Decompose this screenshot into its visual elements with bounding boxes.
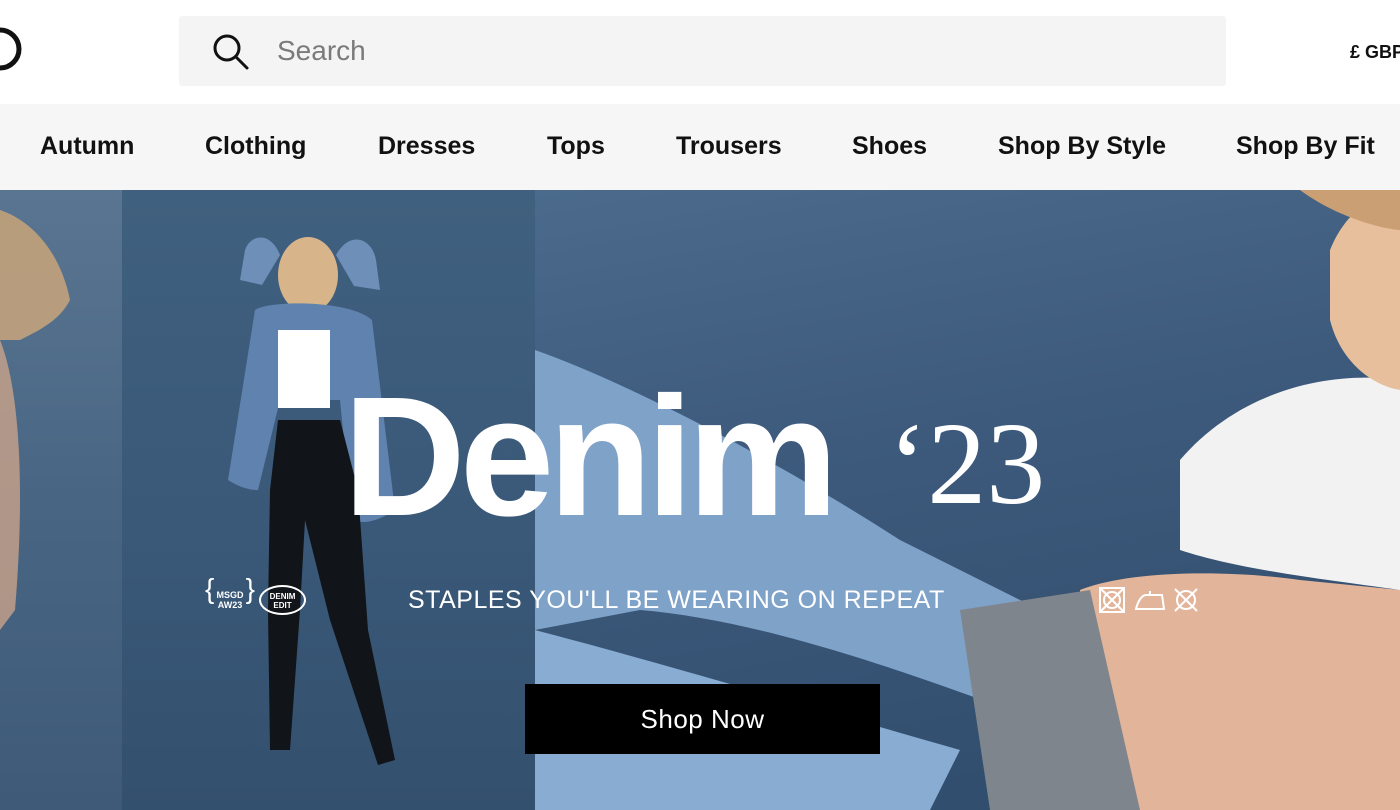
nav-item-trousers[interactable]: Trousers	[676, 132, 782, 161]
nav-item-shoes[interactable]: Shoes	[852, 132, 927, 161]
nav-item-shop-by-fit[interactable]: Shop By Fit	[1236, 132, 1375, 161]
shop-now-button[interactable]: Shop Now	[525, 684, 880, 754]
nav-item-tops[interactable]: Tops	[547, 132, 605, 161]
nav-item-dresses[interactable]: Dresses	[378, 132, 475, 161]
nav-item-clothing[interactable]: Clothing	[205, 132, 306, 161]
hero-subtitle: STAPLES YOU'LL BE WEARING ON REPEAT	[408, 586, 945, 614]
nav-item-autumn[interactable]: Autumn	[40, 132, 134, 161]
denim-edit-badge: DENIM EDIT	[259, 585, 306, 615]
hero-year: ‘23	[888, 398, 1046, 529]
nav-item-shop-by-style[interactable]: Shop By Style	[998, 132, 1166, 161]
hero-title: Denim	[343, 362, 839, 552]
search-bar[interactable]	[179, 16, 1226, 86]
search-icon[interactable]	[211, 32, 251, 72]
msgd-badge: MSGD AW23	[205, 583, 255, 617]
iron-icon	[1134, 591, 1166, 610]
site-header: £ GBP	[0, 0, 1400, 104]
hero-banner[interactable]: Denim ‘23 MSGD AW23 DENIM EDIT STAPLES Y…	[0, 190, 1400, 810]
brand-logo[interactable]	[0, 26, 26, 72]
no-tumble-dry-icon	[1099, 587, 1125, 613]
no-wash-icon	[1174, 588, 1198, 612]
currency-selector[interactable]: £ GBP	[1350, 42, 1400, 63]
category-nav: Autumn Clothing Dresses Tops Trousers Sh…	[0, 104, 1400, 190]
search-input[interactable]	[277, 16, 1177, 86]
care-icons	[1099, 587, 1198, 613]
